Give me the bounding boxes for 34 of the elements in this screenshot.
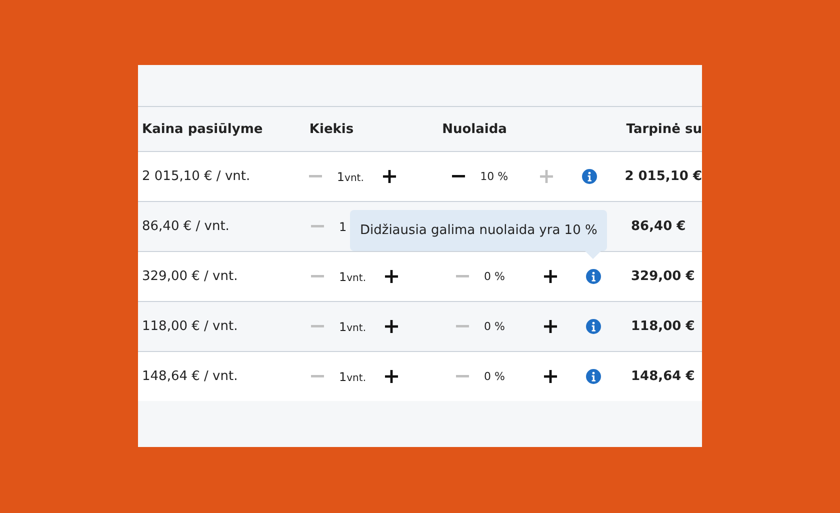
price-cell-text: 329,00 € / vnt. [141, 269, 239, 284]
column-header: Tarpinė su [626, 122, 702, 136]
price-cell-text: 148,64 € / vnt. [141, 369, 239, 384]
quantity-value: 1vnt. [338, 320, 367, 334]
column-header: Nuolaida [442, 122, 508, 136]
tooltip-text: Didžiausia galima nuolaida yra 10 % [360, 223, 598, 238]
column-header: Kaina pasiūlyme [141, 122, 264, 136]
price-cell-text: 2 015,10 € / vnt. [141, 169, 252, 184]
subtotal-cell: 2 015,10 € [624, 169, 702, 184]
price-cell-text: 118,00 € / vnt. [141, 319, 239, 334]
info-icon[interactable] [586, 369, 601, 384]
discount-value: 0 % [483, 370, 506, 383]
quantity-value: 1vnt. [336, 170, 365, 184]
increase-button[interactable] [385, 320, 399, 334]
subtotal-cell-text: 86,40 € [631, 219, 687, 234]
info-icon[interactable] [582, 169, 598, 184]
price-cell-text: 86,40 € / vnt. [141, 219, 230, 234]
discount-value: 0 % [483, 320, 506, 333]
subtotal-cell-text: 148,64 € [631, 369, 696, 384]
subtotal-cell-text: 118,00 € [631, 319, 696, 334]
increase-button[interactable] [544, 320, 558, 334]
increase-button[interactable] [385, 370, 399, 384]
subtotal-cell-text: 329,00 € [631, 269, 696, 284]
increase-button[interactable] [382, 170, 397, 184]
info-icon[interactable] [586, 269, 601, 284]
quantity-value: 1vnt. [338, 370, 367, 384]
quantity-value: 1vnt. [338, 270, 367, 284]
increase-button[interactable] [544, 370, 558, 384]
column-header: Kiekis [308, 122, 355, 136]
discount-value: 10 % [479, 170, 510, 183]
info-icon[interactable] [586, 319, 601, 334]
discount-value: 0 % [483, 270, 506, 283]
increase-button[interactable] [385, 270, 399, 284]
increase-button[interactable] [544, 270, 558, 284]
